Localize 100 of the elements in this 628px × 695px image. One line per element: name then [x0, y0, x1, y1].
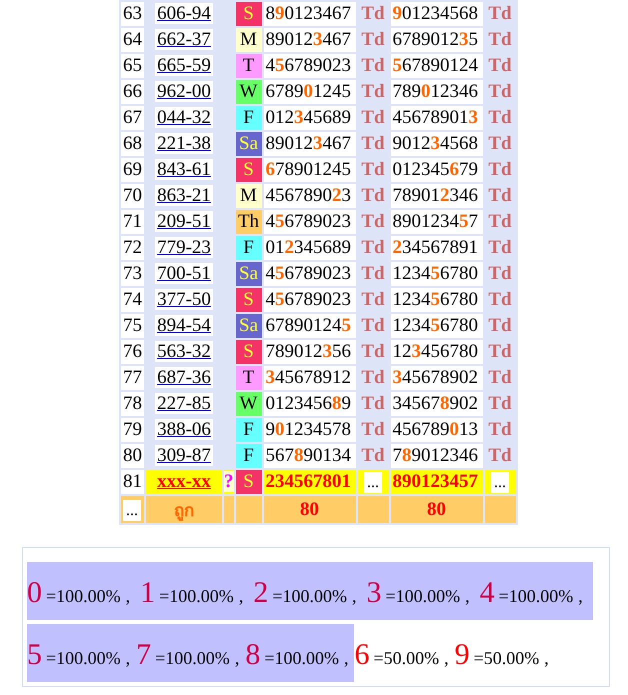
row-number: 78 — [121, 392, 144, 416]
separator: , — [238, 586, 244, 607]
percent-value: =100.00% — [498, 586, 574, 607]
separator: , — [344, 648, 348, 669]
separator: , — [578, 586, 583, 607]
row-number: 77 — [121, 366, 144, 390]
row-number: 64 — [121, 28, 144, 52]
row-number: 63 — [121, 2, 144, 26]
digits-cell: 012345689 — [264, 236, 356, 260]
digits-cell: 012345689 — [264, 106, 356, 130]
day-cell: F — [236, 106, 262, 130]
tag-label: Td — [488, 3, 512, 24]
digits-cell: 234567891 — [390, 236, 482, 260]
tag-label: Td — [488, 445, 512, 466]
tag-label: Td — [488, 419, 512, 440]
separator: , — [234, 648, 240, 669]
digits-cell: 890123467 — [264, 2, 356, 26]
code-link[interactable]: 894-54 — [155, 315, 213, 336]
tag-label: Td — [488, 341, 512, 362]
code-link[interactable]: 309-87 — [155, 445, 213, 466]
tag-label: Td — [361, 29, 385, 50]
digits-cell: 567890134 — [264, 444, 356, 468]
digits-cell: 456789023 — [264, 288, 356, 312]
code-link[interactable]: 662-37 — [155, 29, 213, 50]
digits-cell: 345678902 — [390, 392, 482, 416]
percent-value: =100.00% — [46, 648, 121, 669]
digits-cell: 901234578 — [264, 418, 356, 442]
percent-value: =100.00% — [385, 586, 460, 607]
digits-cell: 456789013 — [390, 418, 482, 442]
more-button[interactable]: ... — [123, 500, 141, 520]
row-number: 74 — [121, 288, 144, 312]
digits-cell: 345678912 — [264, 366, 356, 390]
more-button[interactable]: ... — [364, 472, 382, 493]
day-cell: Sa — [236, 262, 262, 286]
code-link[interactable]: 843-61 — [155, 159, 213, 180]
day-cell: T — [236, 54, 262, 78]
row-number: 76 — [121, 340, 144, 364]
digits-cell: 456789013 — [390, 106, 482, 130]
tag-label: Td — [361, 367, 385, 388]
code-link[interactable]: 209-51 — [155, 211, 213, 232]
query-mark: ? — [224, 471, 234, 492]
day-cell: F — [236, 418, 262, 442]
digit-label: 3 — [366, 576, 382, 610]
digits-cell: 789012346 — [390, 444, 482, 468]
tag-label: Td — [361, 211, 385, 232]
tag-label: Td — [488, 367, 512, 388]
code-link[interactable]: 606-94 — [155, 3, 213, 24]
code-link[interactable]: 962-00 — [155, 81, 213, 102]
tag-label: Td — [488, 81, 512, 102]
code-link[interactable]: 044-32 — [155, 107, 213, 128]
digit-label: 1 — [140, 576, 156, 610]
digits-cell: 012345679 — [390, 158, 482, 182]
day-cell: M — [236, 28, 262, 52]
code-link[interactable]: 377-50 — [155, 289, 213, 310]
tag-label: Td — [488, 315, 512, 336]
tag-label: Td — [361, 289, 385, 310]
digits-cell: 123456780 — [390, 340, 482, 364]
code-link[interactable]: 388-06 — [155, 419, 213, 440]
code-link[interactable]: 779-23 — [155, 237, 213, 258]
day-cell: Sa — [236, 314, 262, 338]
day-cell: Sa — [236, 132, 262, 156]
tag-label: Td — [361, 185, 385, 206]
code-link[interactable]: 227-85 — [155, 393, 213, 414]
digits-cell: 678901245 — [264, 314, 356, 338]
row-number: 80 — [121, 444, 144, 468]
row-number: 71 — [121, 210, 144, 234]
separator: , — [126, 648, 130, 669]
code-link[interactable]: 563-32 — [155, 341, 213, 362]
code-link[interactable]: 700-51 — [155, 263, 213, 284]
footer-label: ถูก — [146, 496, 222, 523]
code-link[interactable]: 863-21 — [155, 185, 213, 206]
digits-cell: 123456780 — [390, 262, 482, 286]
digits-cell: 789012346 — [390, 80, 482, 104]
row-number: 79 — [121, 418, 144, 442]
digits-cell: 890123467 — [264, 28, 356, 52]
code-link[interactable]: 665-59 — [155, 55, 213, 76]
day-cell: F — [236, 236, 262, 260]
more-button[interactable]: ... — [491, 472, 509, 493]
day-cell: S — [236, 2, 262, 26]
separator: , — [465, 586, 470, 607]
tag-label: Td — [361, 263, 385, 284]
tag-label: Td — [488, 55, 512, 76]
row-number: 65 — [121, 54, 144, 78]
day-cell: Th — [236, 210, 262, 234]
percent-value: =100.00% — [46, 586, 121, 607]
code-link[interactable]: 221-38 — [155, 133, 213, 154]
tag-label: Td — [361, 107, 385, 128]
day-cell: S — [236, 288, 262, 312]
tag-label: Td — [488, 29, 512, 50]
digit-label: 6 — [354, 638, 370, 672]
code-link[interactable]: 687-36 — [155, 367, 213, 388]
percent-value: =100.00% — [272, 586, 347, 607]
tag-label: Td — [488, 107, 512, 128]
digits-cell: 456789023 — [264, 184, 356, 208]
tag-label: Td — [488, 263, 512, 284]
day-cell: S — [236, 158, 262, 182]
day-cell: W — [236, 392, 262, 416]
tag-label: Td — [361, 133, 385, 154]
separator: , — [444, 648, 449, 669]
digit-label: 5 — [27, 638, 42, 672]
